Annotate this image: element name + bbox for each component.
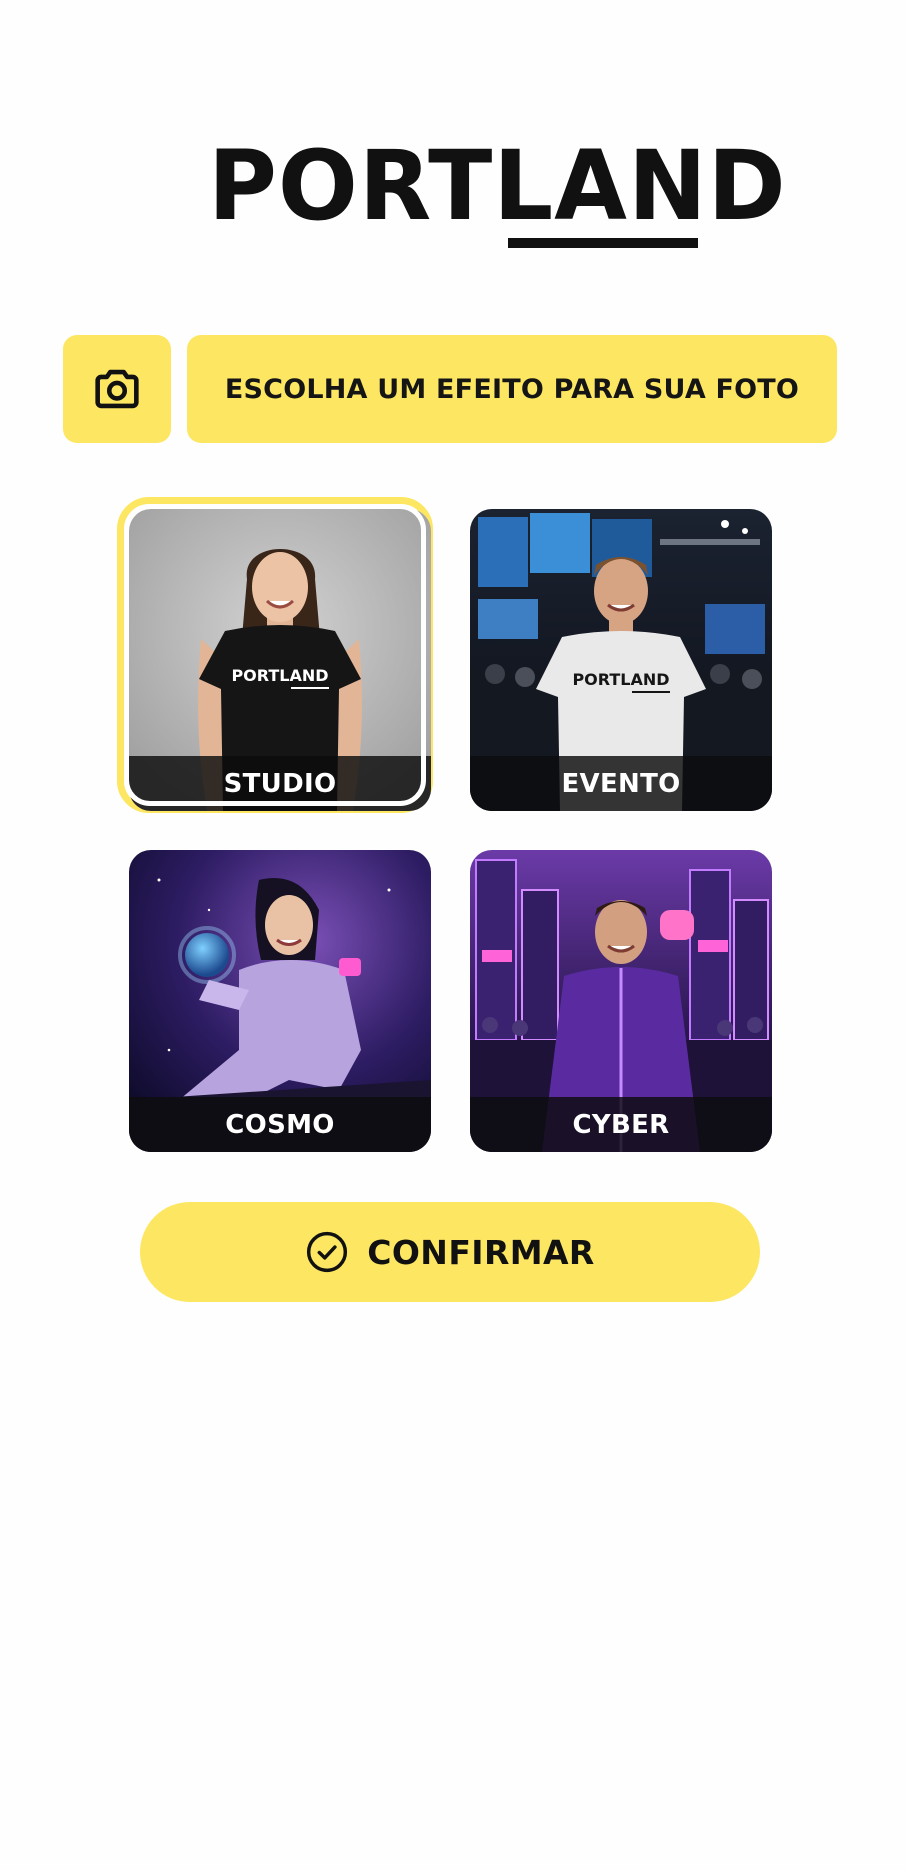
studio-shirt-text: PORTLAND bbox=[231, 666, 328, 685]
effect-label-bar: COSMO bbox=[129, 1097, 431, 1152]
portland-logo: PORTLAND bbox=[208, 138, 786, 250]
effect-label-bar: EVENTO bbox=[470, 756, 772, 811]
evento-shirt-text: PORTLAND bbox=[572, 670, 669, 689]
effect-label-bar: CYBER bbox=[470, 1097, 772, 1152]
effect-label-evento: EVENTO bbox=[561, 768, 681, 799]
effect-label-cyber: CYBER bbox=[572, 1109, 670, 1140]
effect-selection-screen: PORTLAND ESCOLHA UM EFEITO PARA SUA FOTO bbox=[0, 0, 905, 1870]
effect-card-cosmo[interactable]: COSMO bbox=[129, 850, 431, 1152]
effect-label-bar: STUDIO bbox=[129, 756, 431, 811]
check-circle-icon bbox=[307, 1231, 348, 1273]
logo-underline bbox=[508, 238, 698, 248]
logo-text: PORTLAND bbox=[208, 130, 787, 242]
confirm-button[interactable]: CONFIRMAR bbox=[140, 1202, 760, 1302]
camera-button[interactable] bbox=[63, 335, 171, 443]
effect-label-cosmo: COSMO bbox=[225, 1109, 335, 1140]
effect-card-cyber[interactable]: CYBER bbox=[470, 850, 772, 1152]
instruction-banner: ESCOLHA UM EFEITO PARA SUA FOTO bbox=[187, 335, 837, 443]
effect-card-studio[interactable]: PORTLAND STUDIO bbox=[129, 509, 431, 811]
instruction-title: ESCOLHA UM EFEITO PARA SUA FOTO bbox=[224, 373, 800, 405]
confirm-label: CONFIRMAR bbox=[367, 1232, 595, 1272]
camera-icon bbox=[95, 369, 139, 409]
effect-card-evento[interactable]: PORTLAND EVENTO bbox=[470, 509, 772, 811]
effect-label-studio: STUDIO bbox=[223, 768, 337, 799]
